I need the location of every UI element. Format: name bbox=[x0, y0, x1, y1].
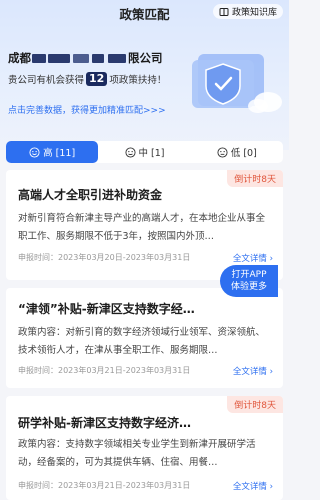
eligibility-suffix: 项政策扶持！ bbox=[109, 75, 167, 86]
full-detail-link[interactable]: 全文详情 › bbox=[233, 365, 273, 377]
policy-library-button[interactable]: 政策知识库 bbox=[212, 4, 283, 19]
policy-description: 对新引育符合新津主导产业的高端人才，在本地企业从事全职工作、服务期限不低于3年，… bbox=[18, 213, 266, 242]
book-icon bbox=[219, 7, 229, 16]
tab-high-label: 高 [11] bbox=[43, 148, 76, 159]
policy-title: 研学补贴-新津区支持数字经济… bbox=[18, 416, 191, 430]
full-detail-link[interactable]: 全文详情 › bbox=[233, 252, 273, 264]
eligibility-prefix: 贵公司有机会获得 bbox=[8, 75, 85, 86]
policy-card[interactable]: 高端人才全职引进补助资金 倒计时8天 对新引育符合新津主导产业的高端人才，在本地… bbox=[6, 170, 283, 280]
redacted-block bbox=[92, 54, 104, 63]
policy-date: 申报时间：2023年03月21日-2023年03月31日 bbox=[18, 366, 191, 375]
neutral-face-icon bbox=[124, 146, 136, 158]
policy-library-label: 政策知识库 bbox=[231, 8, 277, 18]
policy-card[interactable]: “津领”补贴-新津区支持数字经… 政策内容：对新引育的数字经济领域行业领军、资深… bbox=[6, 288, 283, 388]
policy-date: 申报时间：2023年03月20日-2023年03月31日 bbox=[18, 253, 191, 262]
policy-card[interactable]: 研学补贴-新津区支持数字经济… 倒计时8天 政策内容：支持数字领域相关专业学生到… bbox=[6, 396, 283, 500]
tab-low[interactable]: 低 [0] bbox=[191, 141, 283, 163]
open-app-line2: 体验更多 bbox=[230, 282, 267, 292]
open-app-button[interactable]: 打开APP 体验更多 bbox=[220, 265, 278, 297]
policy-count-badge: 12 bbox=[86, 72, 108, 86]
policy-title: “津领”补贴-新津区支持数字经… bbox=[18, 302, 195, 316]
policy-description: 政策内容：对新引育的数字经济领域行业领军、资深领航、技术领衔人才，在津从事全职工… bbox=[18, 327, 266, 356]
open-app-line1: 打开APP bbox=[231, 270, 267, 280]
flat-face-icon bbox=[217, 146, 228, 158]
shield-folder-illustration bbox=[192, 54, 282, 113]
company-name-suffix: 限公司 bbox=[128, 51, 163, 65]
countdown-badge: 倒计时8天 bbox=[227, 170, 283, 187]
hero-banner: 政策匹配 政策知识库 成都 限公司 贵公司有机会获得 12 项政策扶持！ 点击完善… bbox=[0, 0, 289, 150]
tab-low-label: 低 [0] bbox=[230, 148, 257, 159]
company-name: 成都 限公司 bbox=[8, 50, 163, 66]
priority-tabs: 高 [11] 中 [1] 低 [0] bbox=[6, 141, 283, 163]
tab-medium[interactable]: 中 [1] bbox=[98, 141, 190, 163]
redacted-block bbox=[32, 54, 46, 63]
redacted-block bbox=[73, 54, 89, 63]
tab-high[interactable]: 高 [11] bbox=[6, 141, 99, 163]
redacted-block bbox=[48, 54, 70, 63]
eligibility-line: 贵公司有机会获得 12 项政策扶持！ bbox=[8, 72, 166, 86]
company-name-prefix: 成都 bbox=[8, 51, 31, 65]
policy-date: 申报时间：2023年03月21日-2023年03月31日 bbox=[18, 481, 191, 490]
countdown-badge: 倒计时8天 bbox=[227, 396, 283, 413]
policy-description: 政策内容：支持数字领域相关专业学生到新津开展研学活动，经备案的，可为其提供车辆、… bbox=[18, 439, 256, 468]
tab-medium-label: 中 [1] bbox=[138, 148, 165, 159]
full-detail-link[interactable]: 全文详情 › bbox=[233, 480, 273, 492]
improve-data-link[interactable]: 点击完善数据，获得更加精准匹配>>> bbox=[8, 103, 166, 116]
redacted-block bbox=[108, 54, 126, 63]
smile-face-icon bbox=[29, 146, 40, 158]
policy-title: 高端人才全职引进补助资金 bbox=[18, 188, 163, 202]
